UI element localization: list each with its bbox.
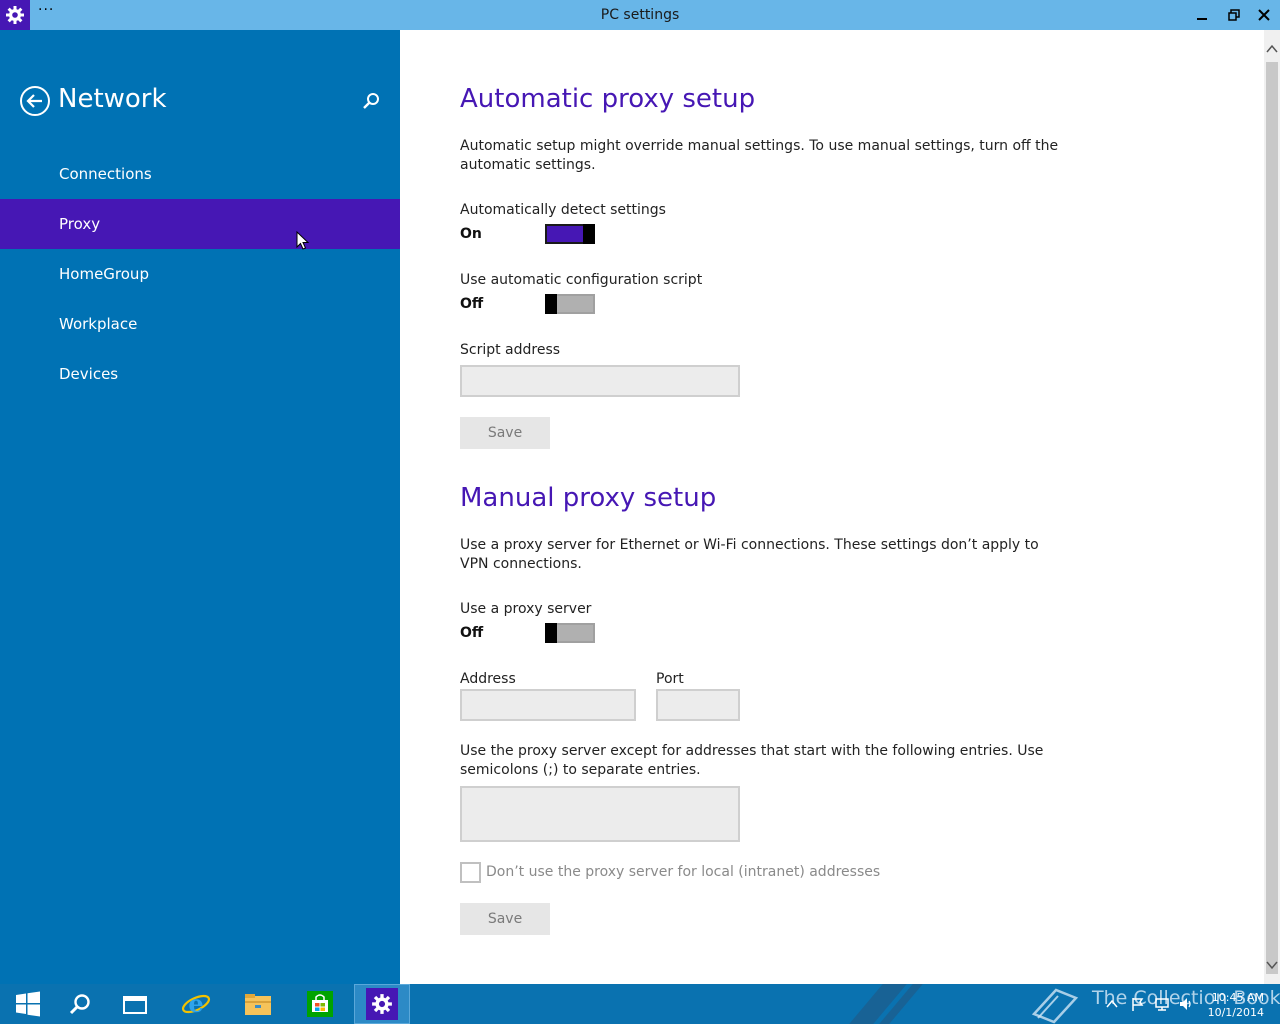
script-address-input[interactable] [460, 365, 740, 397]
show-hidden-icons-icon[interactable] [1104, 996, 1120, 1012]
local-addresses-checkbox[interactable] [460, 862, 481, 883]
back-arrow-icon [20, 86, 50, 116]
restore-button[interactable] [1218, 0, 1250, 30]
book-logo-icon [1031, 988, 1079, 1024]
windows-start-icon [16, 991, 40, 1017]
sidebar-item-homegroup[interactable]: HomeGroup [0, 249, 400, 299]
use-proxy-state: Off [460, 625, 484, 641]
scroll-up-icon[interactable] [1264, 42, 1280, 56]
file-explorer-icon [245, 994, 271, 1015]
scroll-down-icon[interactable] [1264, 958, 1280, 972]
clock[interactable]: 10:45 AM 10/1/2014 [1208, 990, 1264, 1020]
mouse-cursor-icon [296, 231, 310, 250]
sidebar-item-devices[interactable]: Devices [0, 349, 400, 399]
address-label: Address [460, 671, 516, 687]
start-button[interactable] [0, 984, 56, 1024]
config-script-label: Use automatic configuration script [460, 272, 703, 288]
config-script-toggle[interactable] [545, 294, 595, 314]
scroll-thumb[interactable] [1266, 62, 1278, 974]
sidebar-item-workplace[interactable]: Workplace [0, 299, 400, 349]
store-button[interactable] [292, 984, 348, 1024]
local-addresses-label: Don’t use the proxy server for local (in… [486, 864, 881, 880]
taskbar: e The Collection Book 10:45 AM 10/1/2014 [0, 984, 1280, 1024]
exceptions-textarea[interactable] [460, 786, 740, 842]
file-explorer-button[interactable] [230, 984, 286, 1024]
sidebar-item-proxy[interactable]: Proxy [0, 199, 400, 249]
search-icon [363, 93, 379, 109]
restore-icon [1228, 9, 1240, 21]
sidebar-item-connections[interactable]: Connections [0, 149, 400, 199]
network-icon[interactable] [1154, 996, 1170, 1012]
search-icon [69, 994, 90, 1015]
port-input[interactable] [656, 689, 740, 721]
main-content: Automatic proxy setup Automatic setup mi… [400, 30, 1264, 984]
volume-icon[interactable] [1178, 996, 1194, 1012]
task-view-button[interactable] [108, 984, 164, 1024]
section-title: Network [58, 84, 167, 114]
port-label: Port [656, 671, 684, 687]
settings-taskbar-button[interactable] [354, 984, 410, 1024]
search-button[interactable] [361, 91, 381, 111]
exceptions-description: Use the proxy server except for addresse… [460, 743, 1044, 778]
detect-settings-state: On [460, 226, 482, 242]
automatic-description: Automatic setup might override manual se… [460, 138, 1059, 173]
use-proxy-toggle[interactable] [545, 623, 595, 643]
clock-date: 10/1/2014 [1207, 1006, 1264, 1019]
sidebar: Network Connections Proxy HomeGroup Work… [0, 30, 400, 984]
config-script-state: Off [460, 296, 484, 312]
title-bar: ··· PC settings [0, 0, 1280, 30]
minimize-button[interactable] [1186, 0, 1218, 30]
svg-text:e: e [188, 989, 203, 1018]
address-input[interactable] [460, 689, 636, 721]
taskbar-search-button[interactable] [52, 984, 108, 1024]
script-address-label: Script address [460, 342, 561, 358]
detect-settings-label: Automatically detect settings [460, 202, 666, 218]
store-icon [307, 991, 333, 1017]
window-title: PC settings [600, 7, 680, 23]
use-proxy-label: Use a proxy server [460, 601, 592, 617]
close-button[interactable] [1248, 0, 1280, 30]
vertical-scrollbar[interactable] [1264, 30, 1280, 984]
internet-explorer-icon: e [181, 989, 211, 1018]
automatic-save-button[interactable]: Save [460, 417, 550, 449]
internet-explorer-button[interactable]: e [168, 984, 224, 1024]
manual-description: Use a proxy server for Ethernet or Wi-Fi… [460, 537, 1039, 572]
detect-settings-toggle[interactable] [545, 224, 595, 244]
settings-icon [366, 988, 398, 1020]
manual-proxy-heading: Manual proxy setup [460, 483, 717, 513]
manual-save-button[interactable]: Save [460, 903, 550, 935]
back-button[interactable] [19, 85, 51, 117]
action-center-flag-icon[interactable] [1130, 996, 1146, 1012]
minimize-icon [1197, 18, 1207, 20]
task-view-icon [123, 996, 147, 1014]
automatic-proxy-heading: Automatic proxy setup [460, 84, 756, 114]
close-icon [1258, 9, 1270, 21]
clock-time: 10:45 AM [1211, 991, 1264, 1004]
